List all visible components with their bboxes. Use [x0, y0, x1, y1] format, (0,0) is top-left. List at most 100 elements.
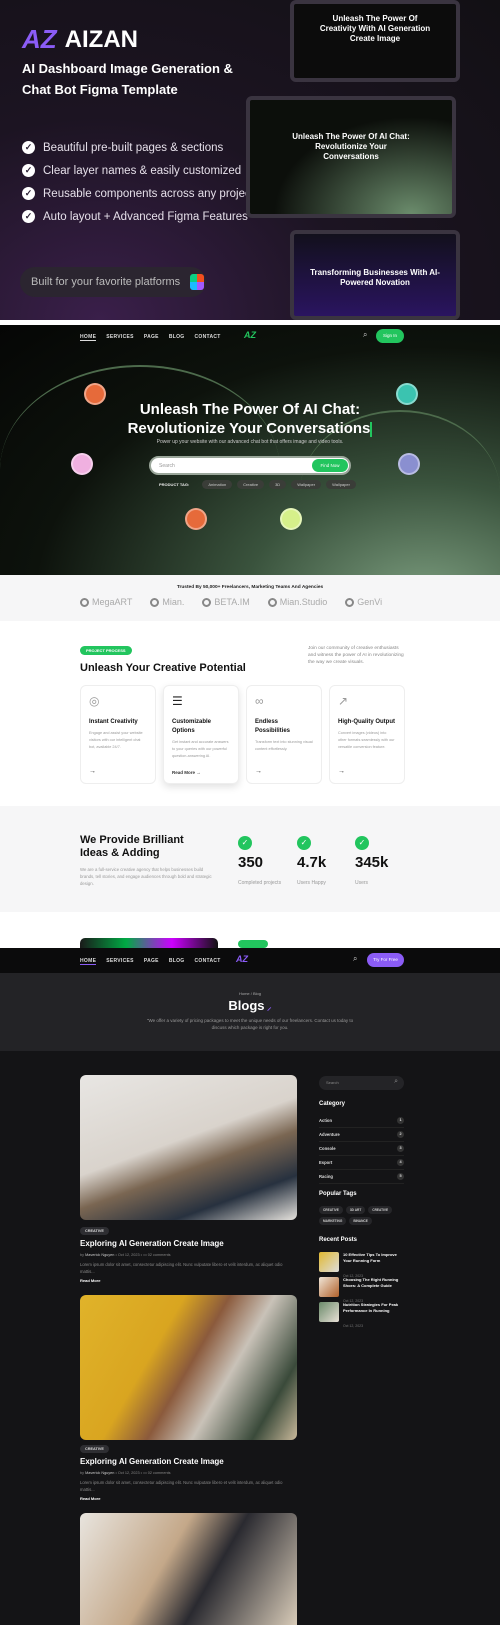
- post-excerpt: Lorem ipsum dolor sit amet, consectetur …: [80, 1480, 283, 1492]
- post-tag[interactable]: CREATIVE: [80, 1227, 109, 1235]
- recent-post-thumbnail: [319, 1252, 339, 1272]
- process-description: Join our community of creative enthusias…: [308, 646, 404, 665]
- tag-chip[interactable]: BINANCE: [349, 1217, 372, 1225]
- recent-post[interactable]: Choosing The Right Running Shoes: A Comp…: [319, 1277, 404, 1303]
- hero-search-input[interactable]: Search Find Now: [149, 456, 351, 475]
- brand-name: Mian.: [162, 597, 185, 607]
- post-image[interactable]: [80, 1295, 297, 1440]
- category-item[interactable]: Action 1: [319, 1114, 404, 1128]
- tag-chip[interactable]: CREATIVE: [368, 1206, 393, 1214]
- category-name[interactable]: Racing: [319, 1174, 333, 1179]
- author-link[interactable]: Maverick Nguyen: [85, 1471, 114, 1475]
- nav-page[interactable]: PAGE: [144, 958, 159, 965]
- read-more-text[interactable]: Read More: [172, 770, 195, 775]
- check-circle-icon: ✓: [355, 836, 369, 850]
- breadcrumb[interactable]: Home / Blog: [0, 991, 500, 996]
- author-link[interactable]: Maverick Nguyen: [85, 1253, 114, 1257]
- tag-chip[interactable]: Animation: [202, 480, 233, 489]
- nav-home[interactable]: HOME: [80, 334, 97, 341]
- brand-icon: [80, 597, 89, 607]
- nav-home[interactable]: HOME: [80, 958, 97, 965]
- hero-title-line: Revolutionize Your Conversations: [127, 420, 371, 437]
- read-more-link[interactable]: Read More →: [172, 770, 201, 775]
- nav-blog[interactable]: BLOG: [169, 334, 185, 341]
- nav-services[interactable]: SERVICES: [106, 958, 134, 965]
- recent-post-title[interactable]: 10 Effective Tips To Improve Your Runnin…: [343, 1252, 404, 1264]
- platforms-text: Built for your favorite platforms: [31, 276, 181, 288]
- tag-chip[interactable]: 3D ART: [345, 1206, 366, 1214]
- tag-chip[interactable]: Wallpaper: [291, 480, 322, 489]
- category-name[interactable]: Esport: [319, 1160, 332, 1165]
- nav-services[interactable]: SERVICES: [106, 334, 134, 341]
- next-section-preview: [0, 912, 500, 948]
- feature-card[interactable]: ∞ Endless Possibilities Transform text int…: [246, 685, 322, 784]
- tag-chip[interactable]: Creative: [237, 480, 265, 489]
- post-image[interactable]: [80, 1075, 297, 1220]
- feature-card[interactable]: ☰ Customizable Options Get instant and acc…: [163, 685, 239, 784]
- stat-value: 345k: [355, 854, 389, 871]
- comments-link[interactable]: 02 comments: [148, 1471, 171, 1475]
- recent-post-date: Oct 12, 2023: [343, 1324, 364, 1328]
- brand-name: Mian.Studio: [279, 597, 328, 607]
- search-icon[interactable]: ⌕: [363, 330, 367, 340]
- tag-chip[interactable]: MARKETING: [319, 1217, 347, 1225]
- logo[interactable]: AZ: [244, 330, 256, 340]
- post-title[interactable]: Exploring AI Generation Create Image: [80, 1457, 224, 1466]
- arrow-right-icon[interactable]: →: [338, 768, 345, 775]
- post-tag[interactable]: CREATIVE: [80, 1445, 109, 1453]
- nav-contact[interactable]: CONTACT: [194, 334, 220, 341]
- category-name[interactable]: Action: [319, 1118, 332, 1123]
- sidebar-search-input[interactable]: Search ⌕: [319, 1076, 404, 1090]
- infinity-icon: ∞: [255, 694, 264, 708]
- feature-text: Reusable components across any project: [43, 187, 254, 200]
- feature-card[interactable]: ◎ Instant Creativity Engage and assist you…: [80, 685, 156, 784]
- logo[interactable]: AZ: [236, 954, 248, 964]
- category-count: 5: [397, 1173, 404, 1180]
- category-item[interactable]: Adventure 2: [319, 1128, 404, 1142]
- recent-post-title[interactable]: Choosing The Right Running Shoes: A Comp…: [343, 1277, 404, 1289]
- sign-in-button[interactable]: Sign In: [376, 329, 404, 343]
- category-item[interactable]: Racing 5: [319, 1170, 404, 1184]
- search-icon[interactable]: ⌕: [394, 1078, 398, 1086]
- category-name[interactable]: Console: [319, 1146, 336, 1151]
- image-preview: [80, 938, 218, 948]
- category-item[interactable]: Esport 4: [319, 1156, 404, 1170]
- sliders-icon: ☰: [172, 694, 183, 708]
- category-name[interactable]: Adventure: [319, 1132, 340, 1137]
- brand-logo: BETA.IM: [202, 597, 250, 607]
- comments-link[interactable]: 02 comments: [148, 1253, 171, 1257]
- recent-post[interactable]: Nutrition Strategies For Peak Performanc…: [319, 1302, 404, 1328]
- find-now-button[interactable]: Find Now: [312, 459, 348, 472]
- mockup-preview: Unleash The Power Of Creativity With AI …: [290, 0, 460, 82]
- tag-chip[interactable]: CREATIVE: [319, 1206, 343, 1214]
- category-item[interactable]: Console 3: [319, 1142, 404, 1156]
- card-text: Engage and assist your website visitors …: [89, 731, 143, 749]
- ideas-title: We Provide Brilliant Ideas & Adding: [80, 834, 184, 859]
- category-list: Action 1 Adventure 2 Console 3 Esport 4 Raci…: [319, 1114, 404, 1184]
- mockup-title: Transforming Businesses With AI-Powered …: [310, 268, 440, 287]
- mockup-preview: Unleash The Power Of AI Chat: Revolution…: [246, 96, 456, 218]
- try-for-free-button[interactable]: Try For Free: [367, 953, 404, 967]
- nav-contact[interactable]: CONTACT: [194, 958, 220, 965]
- tag-chip[interactable]: Wallpaper: [326, 480, 356, 489]
- arrow-right-icon[interactable]: →: [89, 768, 96, 775]
- post-image[interactable]: [80, 1513, 297, 1625]
- arrow-right-icon[interactable]: →: [255, 768, 262, 775]
- blog-page: HOME SERVICES PAGE BLOG CONTACT AZ ⌕ Try For…: [0, 948, 500, 1625]
- search-icon[interactable]: ⌕: [353, 954, 357, 964]
- recent-post[interactable]: 10 Effective Tips To Improve Your Runnin…: [319, 1252, 404, 1278]
- card-text: Transform text into stunning visual cont…: [255, 740, 313, 751]
- page-title-text: Blogs: [228, 998, 265, 1013]
- nav-blog[interactable]: BLOG: [169, 958, 185, 965]
- recent-post-title[interactable]: Nutrition Strategies For Peak Performanc…: [343, 1302, 404, 1314]
- feature-card[interactable]: ↗ High-Quality Output Convert images (vide…: [329, 685, 405, 784]
- category-heading: Category: [319, 1101, 346, 1107]
- by-label: by: [80, 1253, 85, 1257]
- main-nav: HOME SERVICES PAGE BLOG CONTACT: [80, 334, 221, 341]
- read-more-link[interactable]: Read More: [80, 1278, 100, 1283]
- post-title[interactable]: Exploring AI Generation Create Image: [80, 1239, 224, 1248]
- tag-chip[interactable]: 3D: [269, 480, 287, 489]
- product-tags: PRODUCT TAG: Animation Creative 3D Wallpape…: [159, 480, 356, 489]
- read-more-link[interactable]: Read More: [80, 1496, 100, 1501]
- nav-page[interactable]: PAGE: [144, 334, 159, 341]
